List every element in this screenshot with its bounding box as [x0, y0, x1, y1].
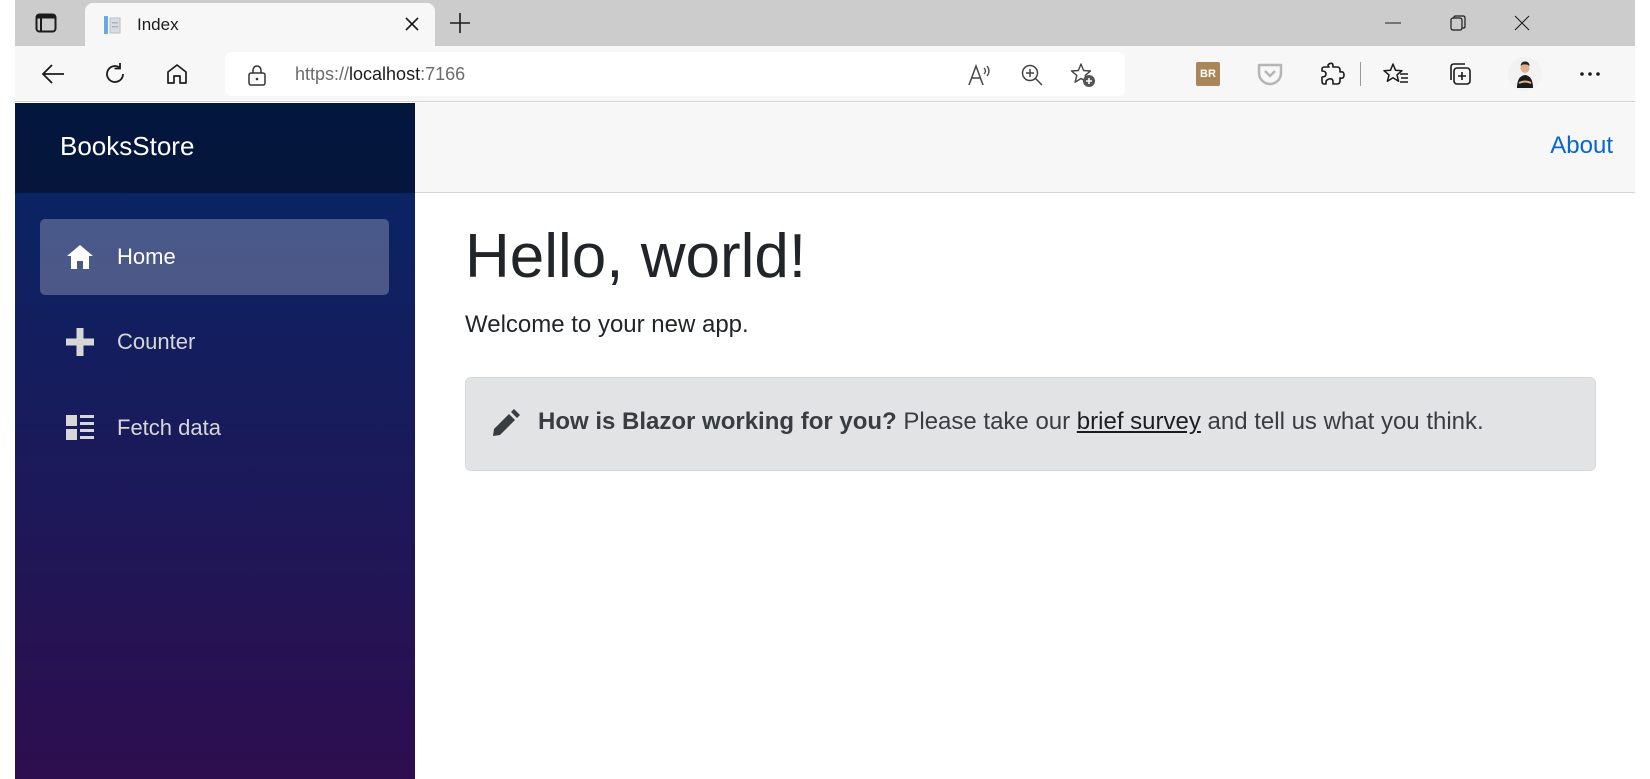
- list-icon: [65, 413, 95, 443]
- pocket-icon: [1257, 63, 1283, 86]
- add-favorite-icon: [1070, 63, 1095, 87]
- top-row: About: [415, 103, 1635, 193]
- read-aloud-button[interactable]: [965, 60, 995, 90]
- browser-toolbar: https://localhost:7166 BR: [15, 46, 1635, 102]
- minimize-button[interactable]: [1370, 8, 1416, 38]
- tab-actions-icon: [35, 13, 57, 33]
- sidebar: BooksStore Home Counter Fetch data: [15, 103, 415, 779]
- add-favorite-button[interactable]: [1068, 60, 1098, 90]
- zoom-button[interactable]: [1017, 60, 1047, 90]
- zoom-icon: [1021, 64, 1043, 86]
- tab-actions-button[interactable]: [29, 9, 63, 37]
- pencil-icon: [493, 409, 520, 436]
- plus-icon: [450, 13, 470, 33]
- minimize-icon: [1385, 22, 1401, 24]
- close-window-icon: [1514, 15, 1530, 31]
- url-text[interactable]: https://localhost:7166: [295, 64, 465, 85]
- about-link[interactable]: About: [1550, 132, 1613, 160]
- refresh-icon: [106, 63, 124, 83]
- nav-item-home[interactable]: Home: [40, 219, 389, 295]
- extension-br-button[interactable]: BR: [1190, 56, 1226, 92]
- home-button[interactable]: [159, 56, 195, 92]
- profile-avatar: [1508, 57, 1542, 91]
- profile-button[interactable]: [1507, 56, 1543, 92]
- survey-text-after: and tell us what you think.: [1200, 408, 1484, 435]
- lock-icon[interactable]: [247, 64, 267, 86]
- survey-text-before: Please take our: [896, 408, 1077, 435]
- favorites-button[interactable]: [1378, 56, 1414, 92]
- tab-bar: Index: [15, 0, 1635, 46]
- extension-br-icon: BR: [1196, 62, 1220, 86]
- address-bar[interactable]: https://localhost:7166: [225, 52, 1125, 96]
- url-host: localhost: [349, 64, 421, 84]
- pocket-button[interactable]: [1252, 56, 1288, 92]
- close-window-button[interactable]: [1499, 8, 1545, 38]
- survey-prompt: How is Blazor working for you? Please ta…: [538, 408, 1484, 436]
- favorites-icon: [1383, 63, 1408, 83]
- welcome-text: Welcome to your new app.: [465, 311, 749, 338]
- survey-link[interactable]: brief survey: [1077, 408, 1201, 435]
- url-port: :7166: [420, 64, 466, 84]
- brand-link[interactable]: BooksStore: [60, 131, 194, 162]
- page-favicon-icon: [104, 16, 121, 34]
- web-page: BooksStore Home Counter Fetch data About…: [15, 103, 1635, 779]
- extensions-icon: [1321, 62, 1345, 85]
- brand-bar: BooksStore: [15, 103, 415, 193]
- tab-close-button[interactable]: [401, 13, 423, 35]
- read-aloud-icon: [968, 63, 990, 86]
- back-button[interactable]: [35, 56, 71, 92]
- browser-tab-active[interactable]: Index: [85, 3, 435, 46]
- new-tab-button[interactable]: [445, 9, 475, 37]
- more-button[interactable]: [1572, 56, 1608, 92]
- extensions-button[interactable]: [1315, 56, 1351, 92]
- extension-br-label: BR: [1200, 68, 1216, 80]
- toolbar-divider: [1360, 62, 1361, 86]
- restore-button[interactable]: [1435, 8, 1481, 38]
- collections-button[interactable]: [1442, 56, 1478, 92]
- browser-window: Index https://localhost:7166 BR BooksSto…: [15, 0, 1635, 779]
- page-title: Hello, world!: [465, 222, 807, 291]
- nav-label: Counter: [117, 329, 196, 354]
- home-icon: [65, 242, 95, 272]
- survey-alert: How is Blazor working for you? Please ta…: [465, 377, 1596, 471]
- plus-icon: [65, 327, 95, 357]
- refresh-button[interactable]: [97, 56, 133, 92]
- collections-icon: [1450, 63, 1471, 85]
- close-icon: [405, 17, 419, 31]
- nav-item-fetch-data[interactable]: Fetch data: [40, 390, 389, 466]
- nav-label: Home: [117, 244, 176, 269]
- url-scheme: https://: [295, 64, 350, 84]
- nav-label: Fetch data: [117, 415, 221, 440]
- back-icon: [41, 64, 64, 84]
- home-icon: [167, 64, 187, 84]
- tab-title: Index: [137, 15, 179, 34]
- nav-item-counter[interactable]: Counter: [40, 304, 389, 380]
- restore-icon: [1450, 15, 1466, 31]
- survey-question: How is Blazor working for you?: [538, 408, 897, 435]
- more-icon: [1580, 72, 1600, 76]
